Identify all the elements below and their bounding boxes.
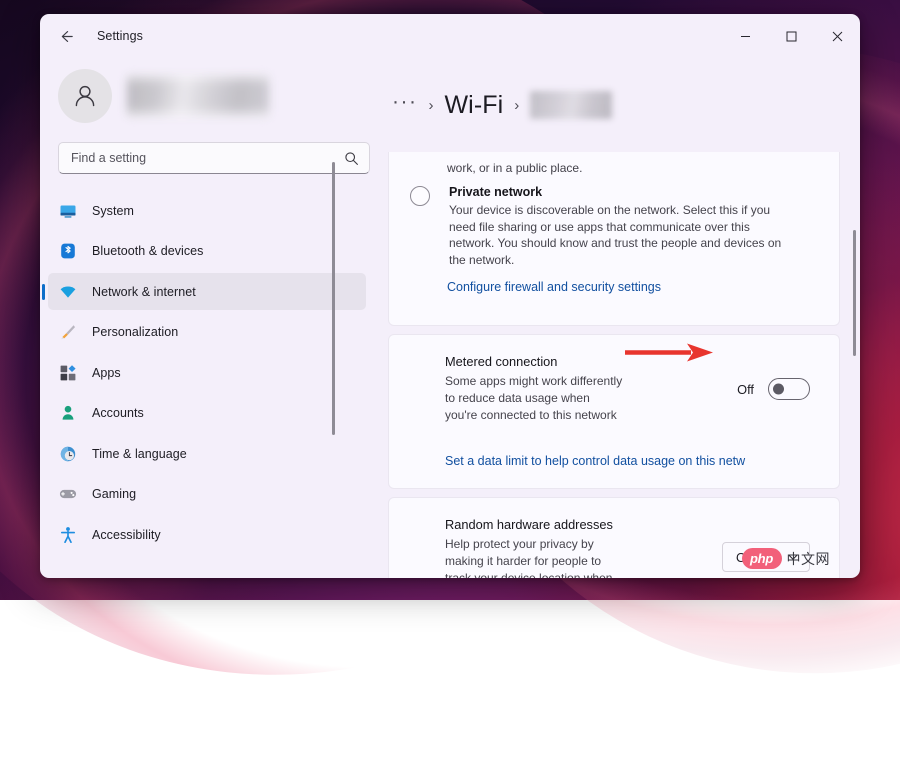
sidebar: System Bluetooth & devices xyxy=(40,58,388,578)
bluetooth-icon xyxy=(58,241,78,261)
sidebar-scrollbar[interactable] xyxy=(332,136,335,520)
person-avatar-icon xyxy=(75,85,95,107)
window-titlebar: Settings xyxy=(40,14,860,58)
minimize-icon xyxy=(740,35,750,37)
close-icon xyxy=(832,31,842,41)
back-arrow-icon xyxy=(61,30,73,42)
maximize-icon xyxy=(786,31,796,41)
sidebar-item-personalization[interactable]: Personalization xyxy=(48,314,366,351)
chevron-right-icon: › xyxy=(514,96,520,114)
sidebar-item-bluetooth-devices[interactable]: Bluetooth & devices xyxy=(48,233,366,270)
content-scrollbar[interactable] xyxy=(853,152,856,578)
metered-connection-title: Metered connection xyxy=(445,354,558,369)
settings-scroll-region: work, or in a public place. Private netw… xyxy=(388,152,860,578)
metered-connection-toggle[interactable] xyxy=(768,378,810,400)
search-icon[interactable] xyxy=(344,151,359,166)
metered-connection-toggle-area: Off xyxy=(737,378,810,400)
sidebar-nav: System Bluetooth & devices Network & int… xyxy=(40,192,388,578)
metered-connection-description: Some apps might work differently to redu… xyxy=(445,374,623,422)
monitor-icon xyxy=(58,201,78,221)
sidebar-item-accessibility[interactable]: Accessibility xyxy=(48,516,366,553)
apps-grid-icon xyxy=(58,363,78,383)
random-hardware-description: Help protect your privacy by making it h… xyxy=(445,537,613,578)
close-button[interactable] xyxy=(814,14,860,58)
gamepad-icon xyxy=(58,484,78,504)
window-controls xyxy=(722,14,860,58)
php-logo-badge: php xyxy=(741,548,782,569)
sidebar-item-network-internet[interactable]: Network & internet xyxy=(48,273,366,310)
sidebar-item-label: Personalization xyxy=(92,325,179,339)
search-box[interactable] xyxy=(58,142,370,174)
random-hardware-title: Random hardware addresses xyxy=(445,517,613,532)
private-network-option[interactable]: Private network Your device is discovera… xyxy=(410,185,821,268)
sidebar-item-label: Accessibility xyxy=(92,527,161,542)
set-data-limit-link[interactable]: Set a data limit to help control data us… xyxy=(445,454,790,468)
sidebar-item-label: Apps xyxy=(92,365,121,380)
back-button[interactable] xyxy=(50,20,82,52)
sidebar-item-time-language[interactable]: Time & language xyxy=(48,435,366,472)
accessibility-person-icon xyxy=(58,525,78,545)
window-title: Settings xyxy=(97,29,143,43)
content-scrollbar-thumb[interactable] xyxy=(853,230,856,356)
breadcrumb-network-redacted xyxy=(530,91,613,119)
private-network-title: Private network xyxy=(449,185,543,199)
sidebar-item-label: System xyxy=(92,203,134,218)
breadcrumb-overflow-button[interactable]: ··· xyxy=(392,91,417,120)
paintbrush-icon xyxy=(58,322,78,342)
settings-window: Settings Find a setting System Bluetooth… xyxy=(40,14,860,578)
sidebar-item-apps[interactable]: Apps xyxy=(48,354,366,391)
watermark: php 中文网 xyxy=(741,548,831,569)
wifi-icon xyxy=(58,282,78,302)
window-body: System Bluetooth & devices xyxy=(40,58,860,578)
account-person-icon xyxy=(58,403,78,423)
account-profile[interactable] xyxy=(40,58,388,123)
avatar xyxy=(58,69,112,123)
network-profile-card: work, or in a public place. Private netw… xyxy=(388,152,840,326)
private-network-description: Your device is discoverable on the netwo… xyxy=(449,203,782,267)
breadcrumb-current-page: Wi-Fi xyxy=(444,90,504,119)
private-network-radio[interactable] xyxy=(410,186,430,206)
maximize-button[interactable] xyxy=(768,14,814,58)
main-content: ··· › Wi-Fi › work, or in a public place… xyxy=(388,58,860,578)
sidebar-item-gaming[interactable]: Gaming xyxy=(48,476,366,513)
metered-connection-card: Metered connection Some apps might work … xyxy=(388,334,840,489)
search-input[interactable] xyxy=(71,151,344,165)
watermark-suffix: 中文网 xyxy=(786,550,830,567)
random-hardware-text: Random hardware addresses Help protect y… xyxy=(445,517,623,578)
sidebar-scrollbar-thumb[interactable] xyxy=(332,162,335,435)
account-name-redacted xyxy=(127,75,269,117)
clock-globe-icon xyxy=(58,444,78,464)
configure-firewall-link[interactable]: Configure firewall and security settings xyxy=(447,280,661,294)
metered-connection-state-label: Off xyxy=(737,381,754,397)
minimize-button[interactable] xyxy=(722,14,768,58)
private-network-text: Private network Your device is discovera… xyxy=(449,185,789,268)
toggle-knob xyxy=(773,383,784,395)
sidebar-item-accounts[interactable]: Accounts xyxy=(48,395,366,432)
sidebar-item-label: Gaming xyxy=(92,487,137,501)
breadcrumb: ··· › Wi-Fi › xyxy=(388,58,860,152)
clipped-public-network-text: work, or in a public place. xyxy=(447,161,583,175)
sidebar-item-label: Bluetooth & devices xyxy=(92,244,204,258)
sidebar-item-label: Accounts xyxy=(92,406,144,420)
chevron-right-icon: › xyxy=(428,96,434,114)
sidebar-item-label: Time & language xyxy=(92,446,187,461)
sidebar-item-label: Network & internet xyxy=(92,284,196,299)
sidebar-item-system[interactable]: System xyxy=(48,192,366,229)
metered-connection-text: Metered connection Some apps might work … xyxy=(445,354,623,424)
